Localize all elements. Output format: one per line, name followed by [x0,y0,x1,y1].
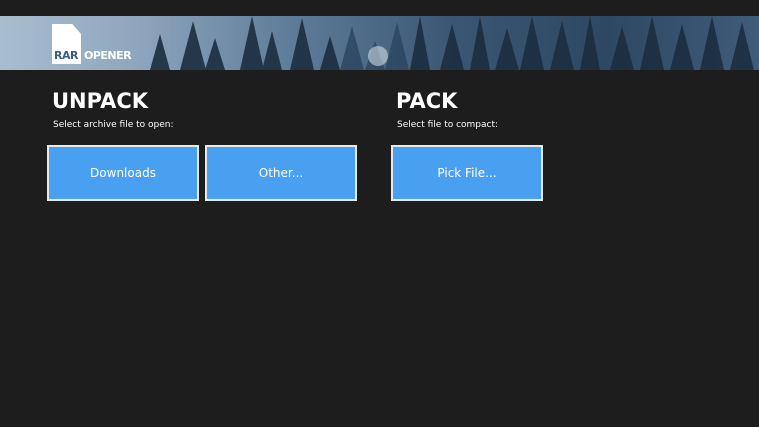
pack-title: PACK [396,89,458,113]
unpack-subtitle: Select archive file to open: [53,120,174,130]
other-button[interactable]: Other... [205,145,357,201]
pick-file-button[interactable]: Pick File... [391,145,543,201]
app-logo: RAR OPENER [52,24,132,64]
logo-text-opener: OPENER [84,49,132,62]
downloads-button[interactable]: Downloads [47,145,199,201]
logo-text-rar: RAR [54,49,78,62]
unpack-title: UNPACK [52,89,149,113]
pack-subtitle: Select file to compact: [397,120,499,130]
